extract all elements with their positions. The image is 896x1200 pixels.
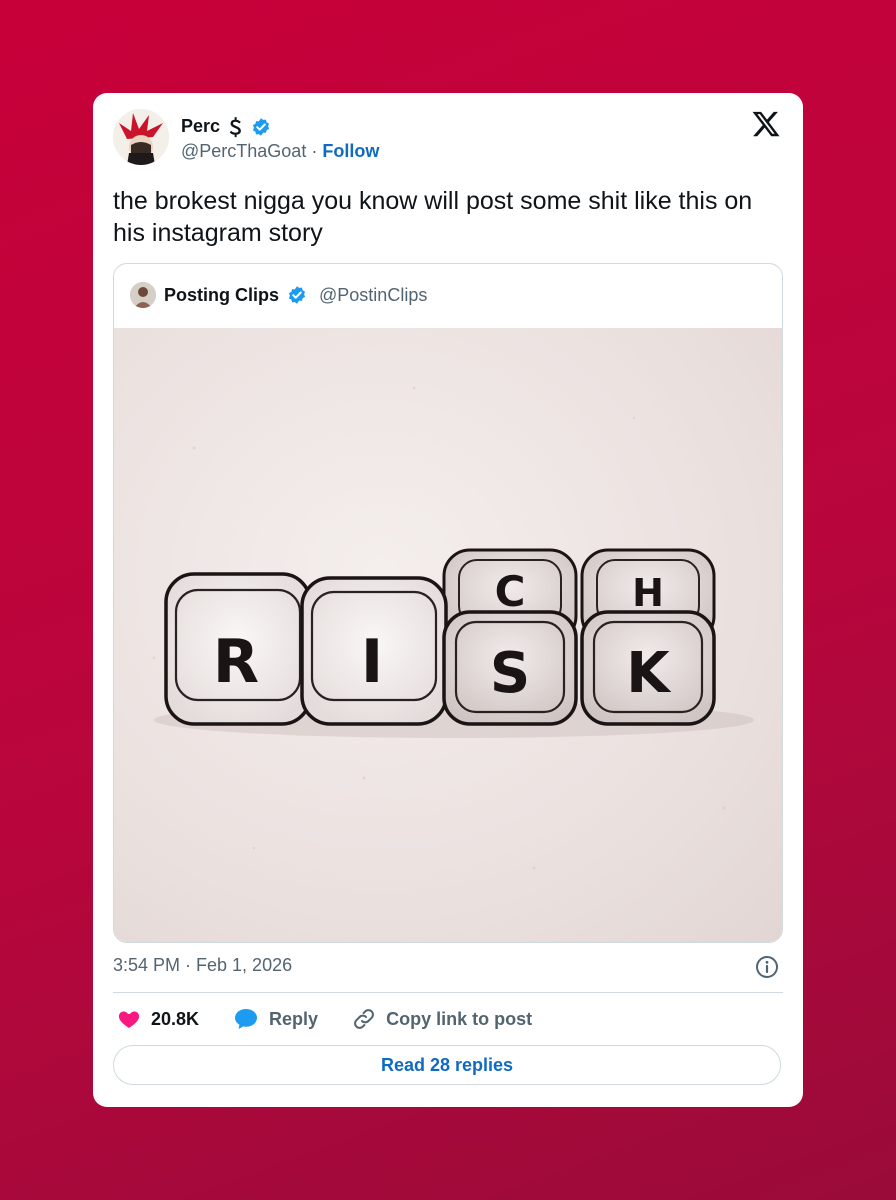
handle-separator: ·: [311, 141, 318, 161]
reply-button[interactable]: Reply: [233, 1007, 318, 1031]
quoted-avatar[interactable]: [130, 282, 156, 308]
verified-badge-icon: [288, 286, 306, 304]
author-handle[interactable]: @PercThaGoat: [181, 141, 306, 161]
author-name-row: Perc ＄: [181, 113, 271, 140]
like-count: 20.8K: [151, 1008, 200, 1029]
link-icon: [354, 1009, 374, 1029]
die-letter-s: S: [490, 641, 530, 706]
x-logo-icon[interactable]: [751, 109, 781, 139]
verified-badge-icon: [252, 117, 270, 136]
follow-button[interactable]: Follow: [322, 141, 379, 161]
author-name[interactable]: Perc: [181, 116, 220, 137]
quoted-photo[interactable]: C H R I S K: [114, 328, 782, 942]
action-bar: 20.8K Reply Copy link to post: [117, 1007, 566, 1031]
die-letter-c: C: [495, 567, 526, 616]
copy-link-button[interactable]: Copy link to post: [352, 1007, 532, 1031]
quoted-handle[interactable]: @PostinClips: [319, 285, 427, 306]
tweet-card: Perc ＄ @PercThaGoat · Follow the brokest…: [93, 93, 803, 1107]
die-letter-k: K: [626, 641, 672, 706]
tweet-text: the brokest nigga you know will post som…: [113, 187, 753, 247]
die-letter-i: I: [361, 627, 383, 697]
dollar-emoji-icon: ＄: [226, 118, 246, 139]
like-button[interactable]: 20.8K: [117, 1007, 199, 1031]
quoted-header: Posting Clips @PostinClips: [130, 282, 427, 308]
quoted-name[interactable]: Posting Clips: [164, 285, 279, 306]
author-handle-row: @PercThaGoat · Follow: [181, 141, 379, 162]
read-replies-button[interactable]: Read 28 replies: [113, 1045, 781, 1085]
quoted-tweet[interactable]: Posting Clips @PostinClips C H R I S K: [113, 263, 783, 943]
reply-label: Reply: [269, 1008, 319, 1029]
die-letter-r: R: [213, 627, 259, 697]
tweet-timestamp[interactable]: 3:54 PM · Feb 1, 2026: [113, 955, 292, 976]
speech-bubble-icon: [235, 1009, 258, 1029]
die-letter-h: H: [632, 571, 664, 615]
author-avatar[interactable]: [113, 109, 169, 165]
copy-link-label: Copy link to post: [386, 1008, 533, 1029]
info-icon[interactable]: [755, 955, 779, 979]
divider: [113, 992, 783, 993]
heart-icon: [118, 1011, 140, 1028]
